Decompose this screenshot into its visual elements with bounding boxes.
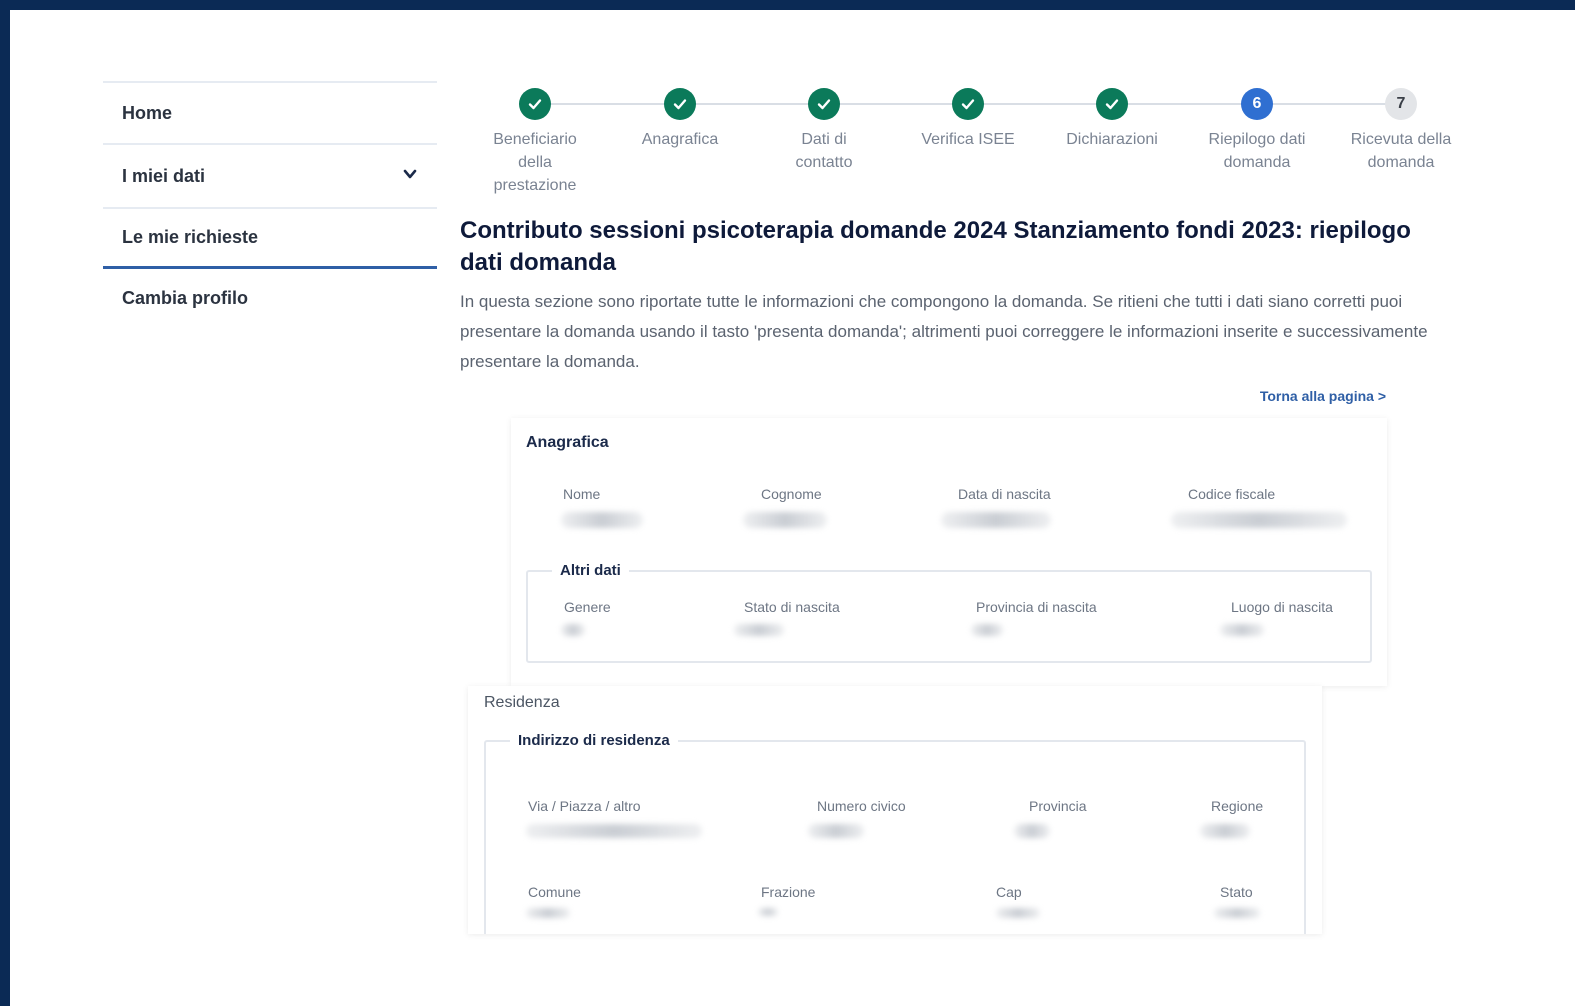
check-icon [1105, 99, 1119, 110]
fieldset-legend: Altri dati [552, 562, 629, 579]
field-label-provincia-nascita: Provincia di nascita [976, 599, 1097, 615]
check-icon [673, 99, 687, 110]
field-label-codice-fiscale: Codice fiscale [1188, 486, 1276, 502]
field-label-genere: Genere [564, 599, 611, 615]
redacted-value [561, 624, 585, 636]
field-label-stato: Stato [1220, 884, 1253, 900]
card-title: Anagrafica [526, 434, 609, 451]
sidebar-item-le-mie-richieste[interactable]: Le mie richieste [103, 207, 437, 269]
field-label-comune: Comune [528, 884, 581, 900]
step-beneficiario: Beneficiario della prestazione [465, 88, 605, 197]
redacted-value [808, 824, 864, 838]
sidebar-item-label: Home [122, 102, 173, 123]
step-anagrafica: Anagrafica [610, 88, 750, 151]
redacted-value [758, 908, 778, 916]
progress-stepper: Beneficiario della prestazione Anagrafic… [462, 84, 1472, 204]
step-dati-contatto: Dati di contatto [754, 88, 894, 174]
redacted-value [996, 908, 1040, 918]
step-done-dot [1096, 88, 1128, 120]
step-done-dot [519, 88, 551, 120]
step-label: Beneficiario della prestazione [493, 131, 577, 194]
redacted-value [971, 624, 1003, 636]
sidebar-item-label: Cambia profilo [122, 287, 249, 308]
step-dichiarazioni: Dichiarazioni [1042, 88, 1182, 151]
step-verifica-isee: Verifica ISEE [898, 88, 1038, 151]
step-ricevuta: 7 Ricevuta della domanda [1331, 88, 1471, 174]
sidebar-item-label: I miei dati [122, 165, 206, 186]
step-label: Riepilogo dati domanda [1208, 131, 1306, 171]
redacted-value [1014, 824, 1050, 838]
redacted-value [1200, 824, 1250, 838]
page-title: Contributo sessioni psicoterapia domande… [460, 217, 1411, 276]
chevron-down-icon[interactable] [403, 167, 417, 181]
check-icon [528, 99, 542, 110]
redacted-value [561, 512, 643, 528]
altri-dati-fieldset: Altri dati Genere Stato di nascita Provi… [526, 562, 1372, 663]
step-riepilogo: 6 Riepilogo dati domanda [1187, 88, 1327, 174]
field-label-via: Via / Piazza / altro [528, 798, 641, 814]
fieldset-legend: Indirizzo di residenza [510, 732, 678, 749]
sidebar-item-home[interactable]: Home [103, 81, 437, 143]
redacted-value [734, 624, 784, 636]
step-label: Dichiarazioni [1066, 131, 1158, 148]
step-current-dot: 6 [1241, 88, 1273, 120]
redacted-value [1220, 624, 1264, 636]
sidebar-item-i-miei-dati[interactable]: I miei dati [103, 143, 437, 207]
redacted-value [526, 908, 570, 918]
step-done-dot [664, 88, 696, 120]
field-label-stato-nascita: Stato di nascita [744, 599, 840, 615]
section-title: Residenza [484, 694, 560, 711]
check-icon [961, 99, 975, 110]
check-icon [817, 99, 831, 110]
redacted-value [743, 512, 827, 528]
step-done-dot [808, 88, 840, 120]
step-done-dot [952, 88, 984, 120]
sidebar-nav: Home I miei dati Le mie richieste Cambia… [103, 81, 437, 327]
step-label: Verifica ISEE [921, 131, 1015, 148]
page-description: In questa sezione sono riportate tutte l… [460, 292, 1428, 371]
field-label-luogo-nascita: Luogo di nascita [1231, 599, 1333, 615]
step-label: Ricevuta della domanda [1350, 131, 1452, 171]
step-todo-dot: 7 [1385, 88, 1417, 120]
field-label-cap: Cap [996, 884, 1022, 900]
sidebar-item-cambia-profilo[interactable]: Cambia profilo [103, 269, 437, 327]
redacted-value [526, 824, 702, 838]
field-label-numero-civico: Numero civico [817, 798, 906, 814]
redacted-value [1214, 908, 1260, 918]
step-label: Dati di contatto [795, 131, 853, 171]
field-label-data-nascita: Data di nascita [958, 486, 1051, 502]
anagrafica-card: Anagrafica Nome Cognome Data di nascita … [511, 418, 1387, 686]
field-label-frazione: Frazione [761, 884, 816, 900]
field-label-regione: Regione [1211, 798, 1264, 814]
indirizzo-fieldset: Indirizzo di residenza Via / Piazza / al… [484, 732, 1306, 934]
field-label-provincia: Provincia [1029, 798, 1087, 814]
redacted-value [1171, 512, 1347, 528]
back-to-page-link[interactable]: Torna alla pagina > [1200, 388, 1386, 404]
field-label-nome: Nome [563, 486, 601, 502]
sidebar-item-label: Le mie richieste [122, 227, 259, 247]
step-label: Anagrafica [641, 131, 719, 148]
field-label-cognome: Cognome [761, 486, 822, 502]
redacted-value [941, 512, 1051, 528]
residenza-card: Residenza Indirizzo di residenza Via / P… [468, 686, 1322, 934]
